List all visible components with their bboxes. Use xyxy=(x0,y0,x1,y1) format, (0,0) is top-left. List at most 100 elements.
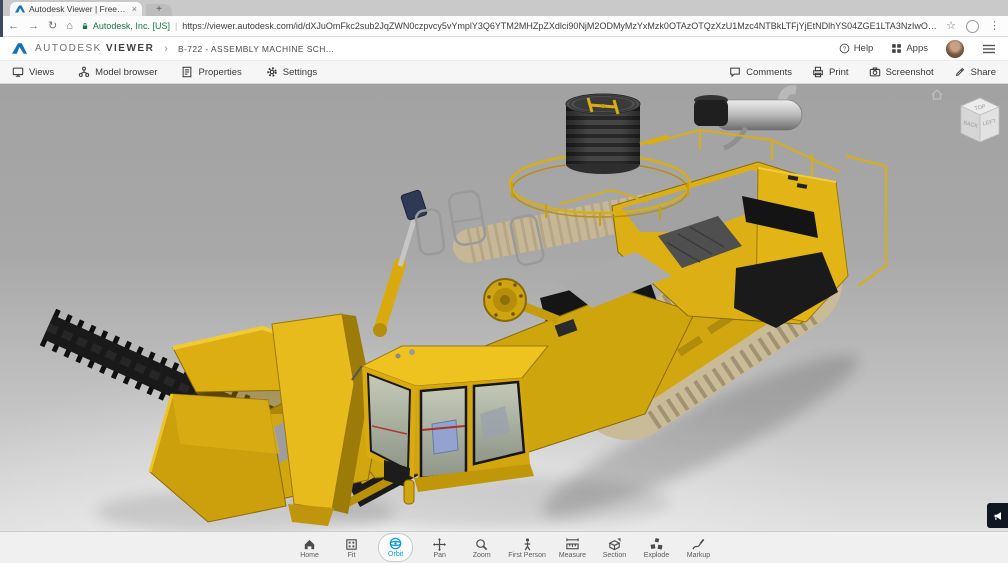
pan-icon xyxy=(432,537,447,552)
apps-grid-icon xyxy=(891,43,902,54)
browser-menu-icon[interactable]: ⋮ xyxy=(989,21,1000,32)
screenshot-camera-icon xyxy=(869,66,881,78)
bookmark-star-icon[interactable]: ☆ xyxy=(946,21,956,32)
cable-reel xyxy=(566,94,640,174)
comments-icon xyxy=(729,66,741,78)
tool-fit[interactable]: Fit xyxy=(336,537,367,559)
url-divider: | xyxy=(175,21,177,31)
tool-label: Orbit xyxy=(388,551,403,558)
tool-label: Markup xyxy=(687,552,710,559)
apps-button[interactable]: Apps xyxy=(891,43,928,54)
lock-icon xyxy=(82,21,88,31)
user-avatar[interactable] xyxy=(946,40,964,58)
viewer-canvas[interactable]: TOP BACK LEFT xyxy=(0,84,1008,531)
properties-label: Properties xyxy=(198,67,241,78)
print-icon xyxy=(812,66,824,78)
views-label: Views xyxy=(29,67,54,78)
help-button[interactable]: ? Help xyxy=(839,43,874,54)
tool-label: Section xyxy=(603,552,626,559)
print-label: Print xyxy=(829,67,849,78)
tool-zoom[interactable]: Zoom xyxy=(466,537,497,559)
share-button[interactable]: Share xyxy=(954,66,996,78)
properties-icon xyxy=(181,66,193,78)
window-edge xyxy=(0,0,3,37)
tool-orbit[interactable]: Orbit xyxy=(378,533,413,562)
tool-markup[interactable]: Markup xyxy=(683,537,714,559)
hamburger-menu-icon[interactable] xyxy=(982,43,996,55)
tool-section[interactable]: Section xyxy=(599,537,630,559)
tab-close-icon[interactable]: × xyxy=(132,4,137,14)
apps-label: Apps xyxy=(906,43,928,54)
reload-icon[interactable]: ↻ xyxy=(48,21,57,32)
model-browser-button[interactable]: Model browser xyxy=(78,66,157,78)
forward-icon[interactable]: → xyxy=(28,21,39,32)
megaphone-icon xyxy=(992,510,1004,522)
machine-3d-model[interactable] xyxy=(0,84,1008,531)
settings-label: Settings xyxy=(283,67,317,78)
autodesk-favicon xyxy=(15,4,25,14)
browser-tab[interactable]: Autodesk Viewer | Free Online F... × xyxy=(10,2,142,16)
autodesk-logo xyxy=(12,42,27,55)
comments-button[interactable]: Comments xyxy=(729,66,792,78)
tool-explode[interactable]: Explode xyxy=(641,537,672,559)
tool-label: Zoom xyxy=(473,552,491,559)
exhaust-muffler xyxy=(694,90,802,148)
share-label: Share xyxy=(971,67,996,78)
help-label: Help xyxy=(854,43,874,54)
home-icon xyxy=(302,537,317,552)
viewer-toolbar: Views Model browser Properties Settings xyxy=(0,61,1008,84)
url-field[interactable]: Autodesk, Inc. [US] | https://viewer.aut… xyxy=(82,21,937,31)
brand: AUTODESK VIEWER xyxy=(35,43,154,54)
new-tab-button[interactable]: + xyxy=(146,4,172,16)
orbit-icon xyxy=(388,536,403,551)
screenshot-button[interactable]: Screenshot xyxy=(869,66,934,78)
brand-viewer: VIEWER xyxy=(106,43,154,54)
back-icon[interactable]: ← xyxy=(8,21,19,32)
browser-tab-bar: Autodesk Viewer | Free Online F... × + xyxy=(0,0,1008,16)
security-badge: Autodesk, Inc. [US] xyxy=(93,21,170,31)
browser-home-icon[interactable]: ⌂ xyxy=(66,21,73,32)
tab-title: Autodesk Viewer | Free Online F... xyxy=(29,4,128,14)
section-icon xyxy=(607,537,622,552)
app-header: AUTODESK VIEWER › B-722 - ASSEMBLY MACHI… xyxy=(0,37,1008,61)
model-browser-icon xyxy=(78,66,90,78)
tool-pan[interactable]: Pan xyxy=(424,537,455,559)
help-icon: ? xyxy=(839,43,850,54)
tool-label: First Person xyxy=(508,552,546,559)
svg-text:?: ? xyxy=(843,47,847,53)
tool-label: Measure xyxy=(559,552,586,559)
explode-icon xyxy=(649,537,664,552)
properties-button[interactable]: Properties xyxy=(181,66,241,78)
url-text: https://viewer.autodesk.com/id/dXJuOmFkc… xyxy=(182,21,937,31)
comments-label: Comments xyxy=(746,67,792,78)
tool-first-person[interactable]: First Person xyxy=(508,537,546,559)
zoom-icon xyxy=(474,537,489,552)
machine-body xyxy=(48,90,886,526)
settings-gear-icon xyxy=(266,66,278,78)
share-icon xyxy=(954,66,966,78)
view-cube[interactable]: TOP BACK LEFT xyxy=(940,94,1002,152)
settings-button[interactable]: Settings xyxy=(266,66,317,78)
viewer-bottom-toolbar: Home Fit Orbit Pan Zoom First xyxy=(0,531,1008,563)
breadcrumb[interactable]: B-722 - ASSEMBLY MACHINE SCH... xyxy=(178,44,334,54)
breadcrumb-chevron-icon: › xyxy=(164,43,168,55)
print-button[interactable]: Print xyxy=(812,66,849,78)
tool-label: Pan xyxy=(433,552,445,559)
measure-icon xyxy=(565,537,580,552)
browser-address-bar: ← → ↻ ⌂ Autodesk, Inc. [US] | https://vi… xyxy=(0,16,1008,37)
views-button[interactable]: Views xyxy=(12,66,54,78)
tool-label: Fit xyxy=(348,552,356,559)
feedback-button[interactable] xyxy=(987,503,1008,528)
screenshot-label: Screenshot xyxy=(886,67,934,78)
views-icon xyxy=(12,66,24,78)
browser-profile-avatar[interactable] xyxy=(966,20,979,33)
first-person-icon xyxy=(520,537,535,552)
tool-label: Home xyxy=(300,552,319,559)
model-browser-label: Model browser xyxy=(95,67,157,78)
brand-autodesk: AUTODESK xyxy=(35,43,102,54)
fit-icon xyxy=(344,537,359,552)
tool-home[interactable]: Home xyxy=(294,537,325,559)
tool-label: Explode xyxy=(644,552,669,559)
markup-icon xyxy=(691,537,706,552)
tool-measure[interactable]: Measure xyxy=(557,537,588,559)
